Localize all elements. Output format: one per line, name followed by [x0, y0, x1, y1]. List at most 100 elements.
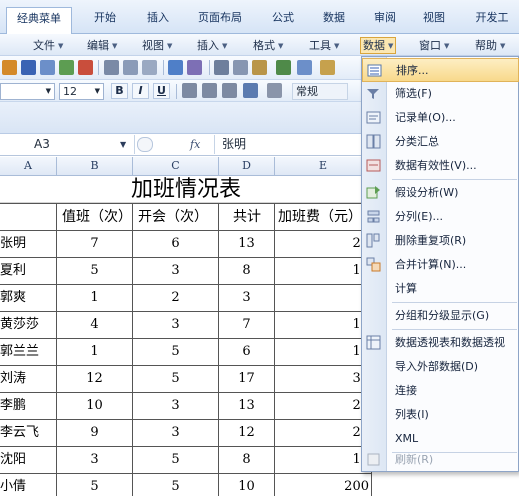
meeting-cell[interactable]: 6	[133, 231, 219, 258]
menu-file[interactable]: 文件 ▼	[33, 37, 63, 54]
menu-item-group-outline[interactable]: 分组和分级显示(G)	[362, 304, 519, 328]
pay-cell[interactable]: 14	[275, 312, 372, 339]
name-cell[interactable]: 张明	[0, 231, 57, 258]
duty-cell[interactable]: 7	[57, 231, 133, 258]
pdf-icon[interactable]	[78, 60, 93, 75]
header-cell-meeting[interactable]: 开会（次）	[133, 203, 219, 231]
total-cell[interactable]: 8	[219, 258, 275, 285]
format-painter-icon[interactable]	[187, 60, 202, 75]
menu-item-sort[interactable]: 排序...	[362, 58, 519, 82]
pay-cell[interactable]: 200	[275, 474, 372, 496]
tab-developer[interactable]: 开发工	[465, 7, 519, 28]
menu-item-calculate[interactable]: 计算	[362, 277, 519, 301]
sheet-title[interactable]: 加班情况表	[0, 176, 372, 203]
menu-data[interactable]: 数据 ▼	[360, 37, 397, 54]
duty-cell[interactable]: 10	[57, 393, 133, 420]
formula-input[interactable]: 张明	[214, 135, 246, 154]
meeting-cell[interactable]: 5	[133, 339, 219, 366]
column-header-b[interactable]: B	[57, 157, 133, 176]
duty-cell[interactable]: 5	[57, 474, 133, 496]
duty-cell[interactable]: 9	[57, 420, 133, 447]
tab-data[interactable]: 数据	[311, 7, 357, 28]
chevron-down-icon[interactable]: ▼	[120, 136, 126, 153]
header-cell-name[interactable]	[0, 203, 57, 231]
save-icon[interactable]	[21, 60, 36, 75]
meeting-cell[interactable]: 3	[133, 420, 219, 447]
duty-cell[interactable]: 3	[57, 447, 133, 474]
research-icon[interactable]	[142, 60, 157, 75]
spelling-icon[interactable]	[168, 60, 183, 75]
pay-cell[interactable]: 6	[275, 285, 372, 312]
align-left-icon[interactable]	[182, 83, 197, 98]
print-icon[interactable]	[104, 60, 119, 75]
menu-item-filter[interactable]: 筛选(F)	[362, 82, 519, 106]
menu-item-pivot-table[interactable]: 数据透视表和数据透视	[362, 331, 519, 355]
menu-view[interactable]: 视图 ▼	[142, 37, 172, 54]
menu-item-list[interactable]: 列表(I)	[362, 403, 519, 427]
merge-center-icon[interactable]	[243, 83, 258, 98]
pay-cell[interactable]: 12	[275, 339, 372, 366]
meeting-cell[interactable]: 5	[133, 366, 219, 393]
meeting-cell[interactable]: 5	[133, 474, 219, 496]
paste-icon[interactable]	[252, 60, 267, 75]
menu-item-record-form[interactable]: 记录单(O)...	[362, 106, 519, 130]
meeting-cell[interactable]: 3	[133, 312, 219, 339]
name-cell[interactable]: 黄莎莎	[0, 312, 57, 339]
menu-help[interactable]: 帮助 ▼	[475, 37, 505, 54]
meeting-cell[interactable]: 3	[133, 258, 219, 285]
total-cell[interactable]: 7	[219, 312, 275, 339]
name-cell[interactable]: 夏利	[0, 258, 57, 285]
menu-tools[interactable]: 工具 ▼	[309, 37, 339, 54]
menu-item-connections[interactable]: 连接	[362, 379, 519, 403]
pay-cell[interactable]: 16	[275, 447, 372, 474]
pay-cell[interactable]: 26	[275, 393, 372, 420]
menu-item-consolidate[interactable]: 合并计算(N)...	[362, 253, 519, 277]
font-size-dropdown[interactable]: 12 ▼	[59, 83, 104, 100]
header-cell-total[interactable]: 共计	[219, 203, 275, 231]
menu-insert[interactable]: 插入 ▼	[197, 37, 227, 54]
duty-cell[interactable]: 4	[57, 312, 133, 339]
total-cell[interactable]: 13	[219, 393, 275, 420]
name-cell[interactable]: 李鹏	[0, 393, 57, 420]
redo-icon[interactable]	[297, 60, 312, 75]
header-cell-pay[interactable]: 加班费（元）	[275, 203, 372, 231]
cancel-entry-icon[interactable]	[137, 137, 153, 152]
print-preview-icon[interactable]	[123, 60, 138, 75]
tab-home[interactable]: 开始	[82, 7, 128, 28]
pay-cell[interactable]: 24	[275, 420, 372, 447]
menu-window[interactable]: 窗口 ▼	[419, 37, 449, 54]
tab-page-layout[interactable]: 页面布局	[188, 7, 252, 28]
duty-cell[interactable]: 5	[57, 258, 133, 285]
total-cell[interactable]: 17	[219, 366, 275, 393]
name-box[interactable]: A3	[0, 135, 135, 154]
column-header-c[interactable]: C	[133, 157, 219, 176]
insert-function-button[interactable]: fx	[190, 135, 200, 154]
name-cell[interactable]: 李云飞	[0, 420, 57, 447]
column-header-a[interactable]: A	[0, 157, 57, 176]
tab-classic-menu[interactable]: 经典菜单	[6, 7, 72, 34]
total-cell[interactable]: 12	[219, 420, 275, 447]
total-cell[interactable]: 10	[219, 474, 275, 496]
align-center-icon[interactable]	[202, 83, 217, 98]
total-cell[interactable]: 8	[219, 447, 275, 474]
name-cell[interactable]: 郭爽	[0, 285, 57, 312]
permission-icon[interactable]	[40, 60, 55, 75]
meeting-cell[interactable]: 5	[133, 447, 219, 474]
total-cell[interactable]: 6	[219, 339, 275, 366]
email-icon[interactable]	[59, 60, 74, 75]
name-cell[interactable]: 小倩	[0, 474, 57, 496]
column-header-d[interactable]: D	[219, 157, 275, 176]
underline-button[interactable]: U	[153, 83, 170, 99]
meeting-cell[interactable]: 2	[133, 285, 219, 312]
name-cell[interactable]: 刘涛	[0, 366, 57, 393]
name-cell[interactable]: 沈阳	[0, 447, 57, 474]
number-format-dropdown[interactable]: 常规	[292, 83, 348, 100]
cut-icon[interactable]	[214, 60, 229, 75]
tab-review[interactable]: 审阅	[362, 7, 408, 28]
wrap-text-icon[interactable]	[267, 83, 282, 98]
total-cell[interactable]: 3	[219, 285, 275, 312]
menu-item-remove-duplicates[interactable]: 删除重复项(R)	[362, 229, 519, 253]
column-header-e[interactable]: E	[275, 157, 372, 176]
menu-item-text-to-columns[interactable]: 分列(E)...	[362, 205, 519, 229]
pay-cell[interactable]: 16	[275, 258, 372, 285]
